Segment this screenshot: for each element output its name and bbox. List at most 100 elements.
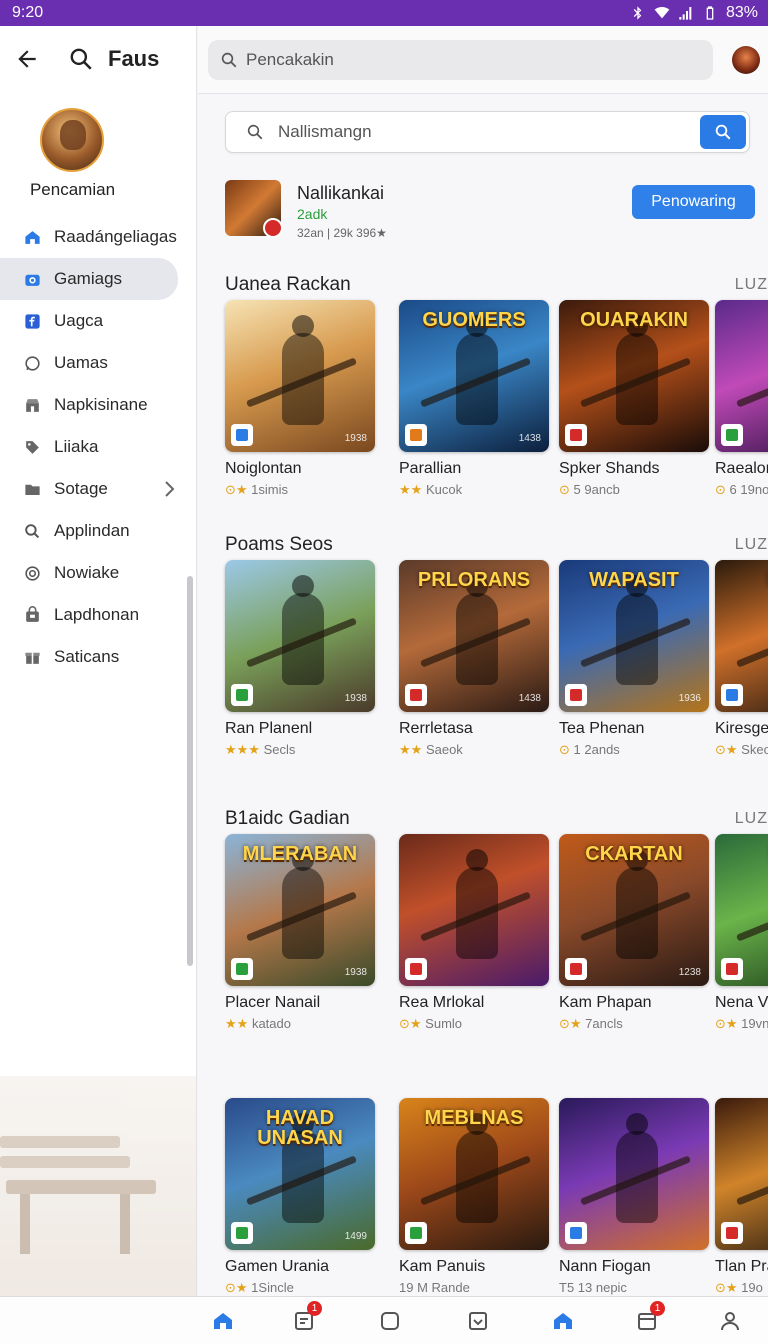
game-card-rating: ⊙ 1 2ands [559,742,709,758]
game-card[interactable]: 1938 Noiglontan ⊙★ 1simis [225,300,375,498]
sidebar-item[interactable]: Gamiags [0,258,178,300]
sidebar-item[interactable]: Applindan [0,510,196,552]
follow-button[interactable]: Penowaring [632,185,755,219]
star-rating-icon: ★★ [399,482,423,497]
signal-icon [679,7,692,20]
game-card-title: Kiresgec [715,720,768,737]
star-rating-icon: ⊙★ [715,1280,738,1295]
sidebar-item-label: Uagca [54,311,104,330]
gift-icon [22,647,42,667]
game-card-image[interactable]: MLERABAN 1938 [225,834,375,986]
game-card[interactable]: MLERABAN 1938 Placer Nanail ★★ katado [225,834,375,1032]
game-card[interactable]: MAT Nena Vo ⊙★ 19vn [715,834,768,1032]
game-card-title: Nann Fiogan [559,1258,651,1275]
sidebar-item[interactable]: Uamas [0,342,196,384]
sidebar-item-label: Raadángeliagas [54,227,177,246]
sidebar-item-label: Nowiake [54,563,120,582]
game-card-image[interactable]: HAVAD UNASAN 1499 [225,1098,375,1250]
chat-icon [22,353,42,373]
sidebar-item[interactable]: Nowiake [0,552,196,594]
game-card-image[interactable]: OUARAKIN [559,300,709,452]
sidebar-item[interactable]: Sotage [0,468,196,510]
tag-icon [25,440,39,454]
game-card-rating: ⊙★ Sumlo [399,1016,549,1032]
sidebar-item[interactable]: Lapdhonan [0,594,196,636]
chat-icon [24,355,40,371]
game-card[interactable]: MOA Kiresgec ⊙★ Skeo [715,560,768,758]
star-rating-icon: ⊙ [559,742,570,757]
bottom-nav-item[interactable] [466,1309,490,1333]
game-card-image[interactable]: PRLORANS 1438 [399,560,549,712]
game-card[interactable]: Rea Mrlokal ⊙★ Sumlo [399,834,549,1032]
app-badge-icon [565,684,587,706]
section-more-link[interactable]: LUZ [735,536,768,554]
game-card-image[interactable]: CKARTAN 1238 [559,834,709,986]
game-card-title: Rea Mrlokal [399,994,485,1011]
user-avatar[interactable] [732,46,760,74]
game-card[interactable]: 1938 Ran Planenl ★★★ Secls [225,560,375,758]
game-card[interactable]: NA Tlan Pra ⊙★ 19o [715,1098,768,1296]
main-search-field[interactable]: Nallismangn [225,111,750,153]
main-content: Nallismangn Nallikankai 2adk 32an | 29k … [198,94,768,1296]
bottom-nav-item[interactable] [718,1309,742,1333]
game-card[interactable]: HAVAD UNASAN 1499 Gamen Urania ⊙★ 1Sincle [225,1098,375,1296]
profile-avatar[interactable] [40,108,104,172]
game-card-image[interactable]: WAPASIT 1936 [559,560,709,712]
game-card[interactable]: WAPASIT 1936 Tea Phenan ⊙ 1 2ands [559,560,709,758]
search-button[interactable] [700,115,746,149]
sidebar-item[interactable]: Uagca [0,300,196,342]
bottom-nav-item[interactable]: 1 [292,1301,322,1333]
game-logo-text: MLERABAN [242,843,358,865]
sidebar-scrollbar[interactable] [187,576,193,966]
game-card-image[interactable]: 1938 [225,300,375,452]
game-card[interactable]: MA Raealono ⊙ 6 19no [715,300,768,498]
game-card-rating: ⊙ 6 19no [715,482,768,498]
game-card-rating-text: 1 2ands [573,742,620,757]
game-card[interactable]: PRLORANS 1438 Rerrletasa ★★ Saeok [399,560,549,758]
game-card[interactable]: Nann Fiogan T5 13 nepic [559,1098,709,1295]
facebook-icon [22,311,42,331]
bottom-nav-item[interactable] [211,1309,235,1333]
sidebar-item[interactable]: Saticans [0,636,196,678]
game-card-image[interactable]: MEBLNAS [399,1098,549,1250]
game-card-title: Placer Nanail [225,994,321,1011]
search-icon[interactable] [68,46,94,72]
game-card[interactable]: OUARAKIN Spker Shands ⊙ 5 9ancb [559,300,709,498]
sidebar-item[interactable]: Napkisinane [0,384,196,426]
square-icon [381,1312,399,1330]
featured-profile-name: Nallikankai [297,183,385,203]
game-card-title: Tea Phenan [559,720,645,737]
app-badge-icon [565,1222,587,1244]
app-badge-icon [231,958,253,980]
game-logo-text: NA [721,1108,768,1128]
bottom-nav-item[interactable]: 1 [635,1301,665,1333]
sidebar-item[interactable]: Liiaka [0,426,196,468]
bottom-nav-item[interactable] [378,1309,402,1333]
star-rating-icon: ⊙ [559,482,570,497]
game-card-image[interactable]: MAT [715,834,768,986]
featured-profile: Nallikankai 2adk 32an | 29k 396★ Penowar… [225,180,765,240]
section-more-link[interactable]: LUZ [735,810,768,828]
game-card-image[interactable] [399,834,549,986]
game-card-image[interactable]: MA [715,300,768,452]
app-badge-icon [721,684,743,706]
section-more-link[interactable]: LUZ [735,276,768,294]
game-card[interactable]: MEBLNAS Kam Panuis 19 M Rande [399,1098,549,1295]
game-card-image[interactable]: NA [715,1098,768,1250]
game-card[interactable]: GUOMERS 1438 Parallian ★★ Kucok [399,300,549,498]
bottom-nav-item[interactable] [551,1309,575,1333]
back-arrow-icon[interactable] [14,46,40,72]
bag-icon [22,605,42,625]
game-card-image[interactable]: MOA [715,560,768,712]
sidebar-item[interactable]: Raadángeliagas [0,216,196,258]
game-logo-text: MOA [721,570,768,590]
game-card-title: Kam Panuis [399,1258,486,1275]
game-size-label: 1938 [344,433,367,444]
game-card-rating-text: Kucok [425,482,463,497]
game-card[interactable]: CKARTAN 1238 Kam Phapan ⊙★ 7ancls [559,834,709,1032]
game-card-image[interactable]: GUOMERS 1438 [399,300,549,452]
game-card-image[interactable] [559,1098,709,1250]
top-search-bar[interactable]: Pencakakin [208,40,713,80]
game-card-image[interactable]: 1938 [225,560,375,712]
folder-icon [22,479,42,499]
